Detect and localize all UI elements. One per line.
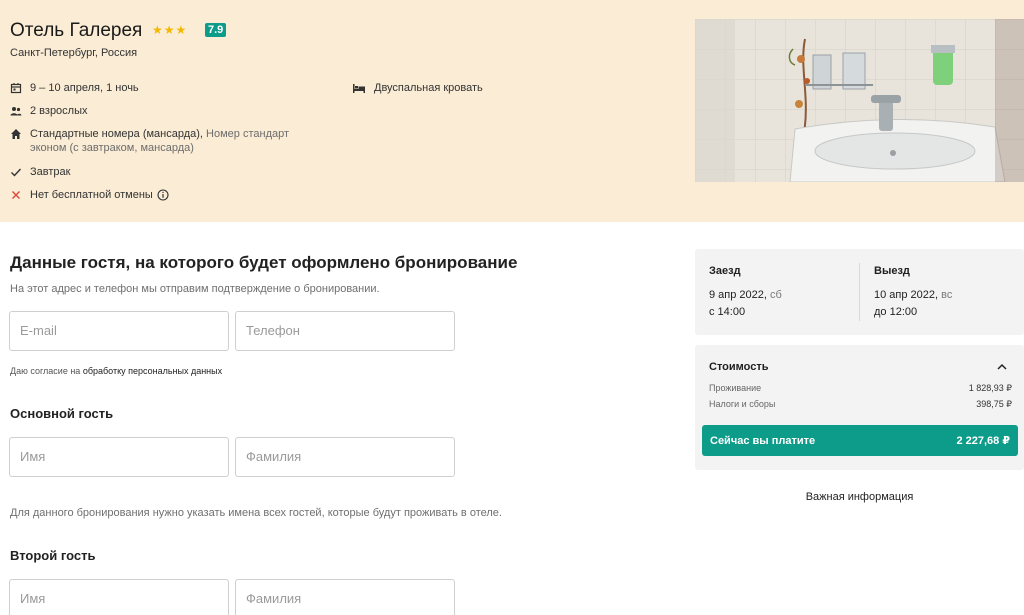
hotel-photo[interactable] xyxy=(695,19,1024,182)
checkout-label: Выезд xyxy=(874,265,910,277)
form-heading: Данные гостя, на которого будет оформлен… xyxy=(10,253,518,272)
checkout-day: вс xyxy=(938,289,953,301)
cost-line-label: Проживание xyxy=(709,383,762,393)
cost-line-value: 398,75 ₽ xyxy=(976,399,1012,409)
hotel-location: Санкт-Петербург, Россия xyxy=(10,47,138,59)
cost-line-taxes: Налоги и сборы 398,75 ₽ xyxy=(709,399,1012,410)
pay-now-label: Сейчас вы платите xyxy=(710,434,816,447)
second-guest-title: Второй гость xyxy=(10,548,96,563)
room-extra-text-2: эконом (с завтраком, мансарда) xyxy=(30,142,194,154)
cost-card: Стоимость Проживание 1 828,93 ₽ Налоги и… xyxy=(695,345,1024,470)
form-subheading: На этот адрес и телефон мы отправим подт… xyxy=(10,283,380,295)
cost-line-value: 1 828,93 ₽ xyxy=(968,383,1012,393)
bed-info: Двуспальная кровать xyxy=(352,81,483,95)
personal-data-link[interactable]: обработку персональных данных xyxy=(83,366,222,376)
second-first-name-field[interactable]: Имя xyxy=(9,579,229,615)
consent-text: Даю согласие на обработку персональных д… xyxy=(10,366,222,376)
checkout-time: до 12:00 xyxy=(874,306,918,318)
cost-line-accommodation: Проживание 1 828,93 ₽ xyxy=(709,383,1012,394)
checkout-date-line: 10 апр 2022, вс xyxy=(874,287,952,304)
close-icon xyxy=(10,189,22,201)
booking-summary-header: Отель Галерея ★★★ 7.9 Санкт-Петербург, Р… xyxy=(0,0,1024,222)
room-main-text: Стандартные номера (мансарда), xyxy=(30,128,203,140)
cancellation-text: Нет бесплатной отмены xyxy=(30,189,153,201)
check-icon xyxy=(10,166,22,178)
checkout-block: Выезд 10 апр 2022, вс до 12:00 xyxy=(874,265,952,321)
important-info-link[interactable]: Важная информация xyxy=(695,491,1024,503)
pay-now-bar: Сейчас вы платите 2 227,68 ₽ xyxy=(702,425,1018,456)
consent-prefix: Даю согласие на xyxy=(10,366,83,376)
all-guests-note: Для данного бронирования нужно указать и… xyxy=(10,507,502,519)
main-guest-title: Основной гость xyxy=(10,406,114,421)
checkin-label: Заезд xyxy=(709,265,741,277)
rating-badge: 7.9 xyxy=(205,23,227,37)
home-icon xyxy=(10,128,22,140)
stay-dates-card: Заезд 9 апр 2022, сб с 14:00 Выезд 10 ап… xyxy=(695,249,1024,335)
email-field[interactable]: E-mail xyxy=(9,311,229,351)
bed-icon xyxy=(352,82,366,94)
hotel-name: Отель Галерея xyxy=(10,20,143,41)
checkin-date: 9 апр 2022, xyxy=(709,289,767,301)
room-info: Стандартные номера (мансарда), Номер ста… xyxy=(10,127,289,155)
phone-field[interactable]: Телефон xyxy=(235,311,455,351)
checkin-time: с 14:00 xyxy=(709,306,746,318)
room-extra-text: Номер стандарт xyxy=(202,128,290,140)
guests-text: 2 взрослых xyxy=(30,105,88,117)
checkin-block: Заезд 9 апр 2022, сб с 14:00 xyxy=(709,265,782,321)
cost-line-label: Налоги и сборы xyxy=(709,399,776,409)
checkin-day: сб xyxy=(766,289,782,301)
first-name-field[interactable]: Имя xyxy=(9,437,229,477)
cancellation-info: Нет бесплатной отмены xyxy=(10,188,169,202)
dates-divider xyxy=(859,263,860,321)
second-last-name-field[interactable]: Фамилия xyxy=(235,579,455,615)
stay-dates-info: 9 – 10 апреля, 1 ночь xyxy=(10,81,139,95)
last-name-field[interactable]: Фамилия xyxy=(235,437,455,477)
breakfast-text: Завтрак xyxy=(30,166,71,178)
checkin-date-line: 9 апр 2022, сб xyxy=(709,287,782,304)
breakfast-info: Завтрак xyxy=(10,165,70,179)
hotel-stars: ★★★ xyxy=(152,23,188,37)
cost-title: Стоимость xyxy=(709,361,769,373)
stay-dates-text: 9 – 10 апреля, 1 ночь xyxy=(30,82,139,94)
checkout-date: 10 апр 2022, xyxy=(874,289,939,301)
calendar-icon xyxy=(10,82,22,94)
bed-text: Двуспальная кровать xyxy=(374,82,483,94)
chevron-up-icon[interactable] xyxy=(995,360,1009,374)
room-text: Стандартные номера (мансарда), Номер ста… xyxy=(30,127,289,155)
people-icon xyxy=(10,105,22,117)
info-icon[interactable] xyxy=(157,189,169,201)
guests-info: 2 взрослых xyxy=(10,104,88,118)
pay-now-value: 2 227,68 ₽ xyxy=(956,435,1010,447)
